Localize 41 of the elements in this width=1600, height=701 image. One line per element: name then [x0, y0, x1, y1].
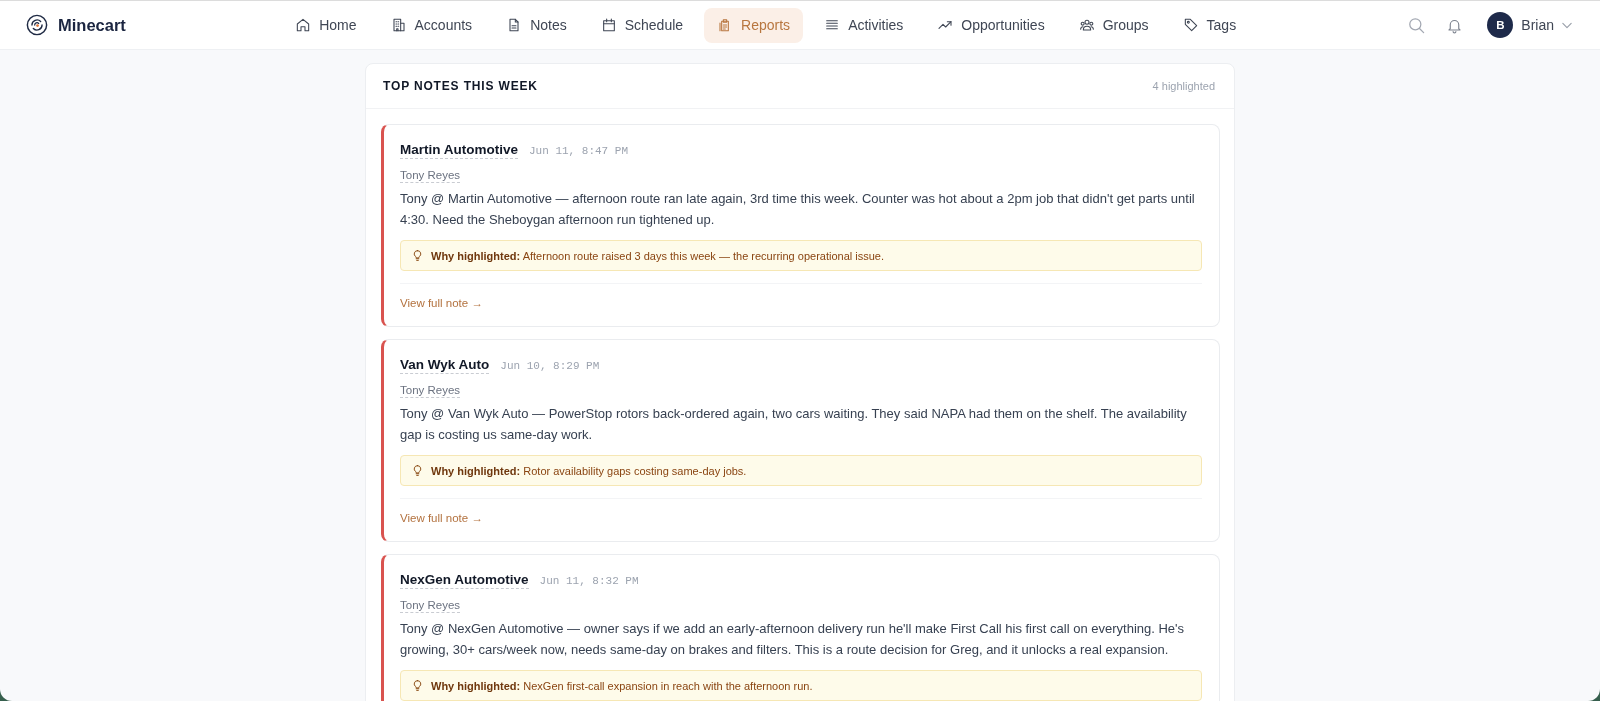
author-link[interactable]: Tony Reyes: [400, 167, 461, 183]
user-avatar: B: [1487, 12, 1514, 38]
nav-item[interactable]: Activities: [811, 7, 917, 43]
account-link[interactable]: Martin Automotive: [400, 141, 518, 159]
view-note-link[interactable]: View full note →: [400, 512, 483, 524]
note-text: Tony @ Martin Automotive — afternoon route ran late again, 3rd time this week. Counter was hot about a 2pm job that didn't get parts until 4:30. Need the Sheboygan afternoon run tightened up.: [400, 190, 1196, 229]
highlight-count: 4 highlighted: [1152, 80, 1215, 92]
panel-title: TOP NOTES THIS WEEK: [383, 79, 538, 93]
account-link[interactable]: NexGen Automotive: [400, 571, 529, 589]
author-link[interactable]: Tony Reyes: [400, 597, 461, 613]
lightbulb-icon: [411, 249, 424, 262]
home-icon: [295, 17, 312, 33]
nav-item[interactable]: Accounts: [377, 7, 486, 43]
nav-item[interactable]: Schedule: [587, 7, 697, 43]
nav-item[interactable]: Notes: [493, 7, 580, 43]
nav-item[interactable]: Opportunities: [924, 7, 1058, 43]
highlight-text: Why highlighted: Afternoon route raised 3 days this week — the recurring operational issue.: [431, 248, 884, 263]
note-timestamp: Jun 11, 8:32 PM: [539, 575, 639, 587]
highlight-text: Why highlighted: Rotor availability gaps costing same-day jobs.: [431, 463, 747, 478]
lightbulb-icon: [411, 464, 424, 477]
note-timestamp: Jun 10, 8:29 PM: [500, 360, 600, 372]
note-text: Tony @ NexGen Automotive — owner says if we add an early-afternoon delivery run he'll make First Call his first call on everything. He's growing, 30+ cars/week now, needs same-day on brakes and filters. This is a route decision for Greg, and it unlocks a real expansion.: [400, 620, 1186, 659]
author-link[interactable]: Tony Reyes: [400, 382, 461, 398]
people-icon: [1078, 17, 1095, 33]
lightbulb-icon: [411, 679, 424, 692]
building-icon: [390, 17, 407, 33]
user-menu-button[interactable]: B Brian: [1477, 12, 1576, 38]
calendar-icon: [600, 17, 617, 33]
view-note-link[interactable]: View full note →: [400, 297, 483, 309]
account-link[interactable]: Van Wyk Auto: [400, 356, 490, 374]
chevron-down-icon: [1562, 21, 1572, 29]
highlight-text: Why highlighted: NexGen first-call expansion in reach with the afternoon run.: [431, 678, 813, 693]
search-icon: [1407, 15, 1427, 35]
tag-icon: [1182, 17, 1199, 33]
app-name: Minecart: [58, 15, 126, 35]
nav-item[interactable]: Groups: [1065, 7, 1162, 43]
logo-icon: [26, 14, 48, 36]
note-text: Tony @ Van Wyk Auto — PowerStop rotors back-ordered again, two cars waiting. They said NAPA had them on the shelf. The availability gap is costing us same-day work.: [400, 405, 1188, 444]
nav-item[interactable]: Tags: [1169, 7, 1250, 43]
nav-item[interactable]: Home: [282, 7, 370, 43]
note-timestamp: Jun 11, 8:47 PM: [529, 145, 629, 157]
